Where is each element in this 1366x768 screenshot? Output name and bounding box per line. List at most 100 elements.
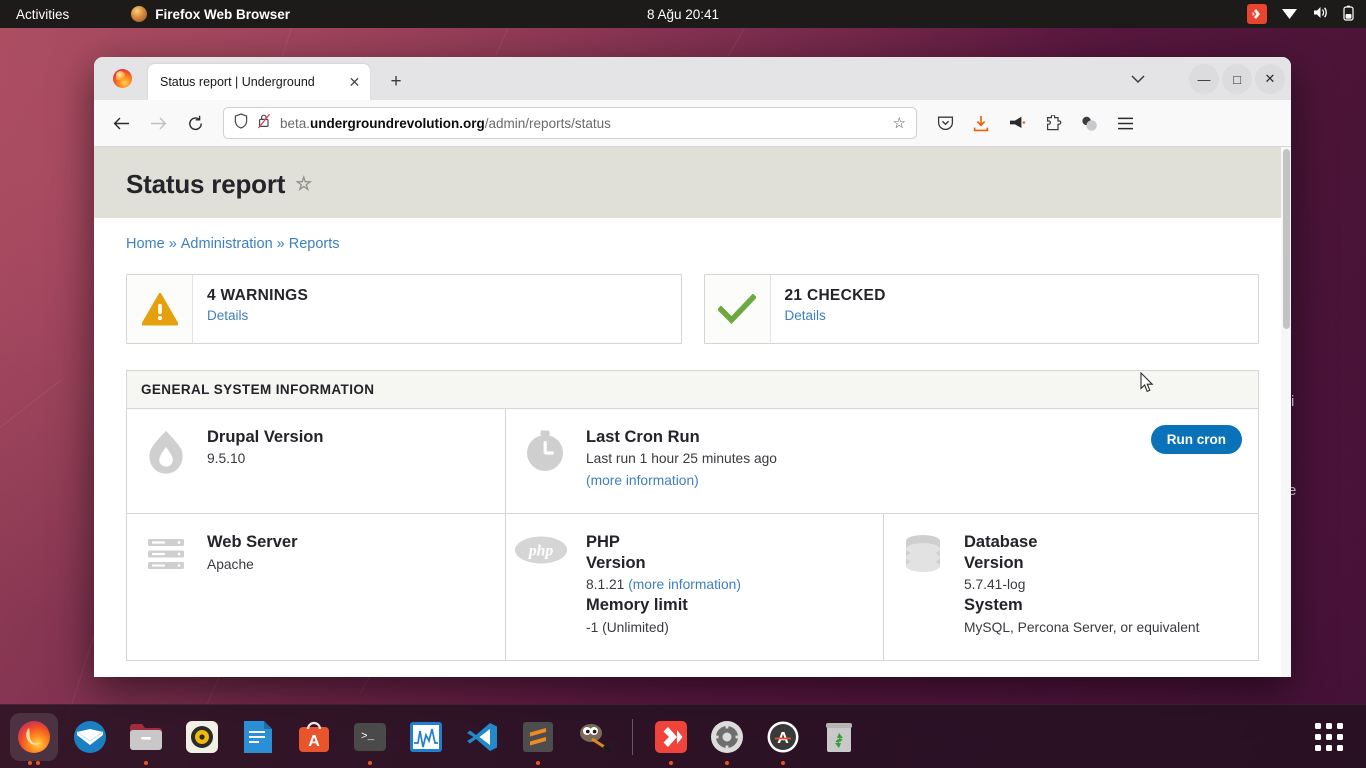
window-indicator-dot bbox=[144, 760, 148, 765]
close-tab-icon[interactable]: ✕ bbox=[345, 73, 364, 92]
checkmark-icon bbox=[705, 275, 771, 343]
dock-item-ubuntu-software[interactable]: A bbox=[290, 713, 338, 761]
database-version-label: Version bbox=[964, 553, 1024, 572]
page-scrollbar-thumb[interactable] bbox=[1283, 149, 1290, 329]
server-icon bbox=[143, 532, 189, 637]
url-text[interactable]: beta.undergroundrevolution.org/admin/rep… bbox=[280, 116, 884, 131]
bookmark-star-icon[interactable]: ☆ bbox=[893, 114, 906, 132]
status-summary: 4 WARNINGS Details 21 CHECKED Details bbox=[94, 252, 1291, 344]
url-bar[interactable]: beta.undergroundrevolution.org/admin/rep… bbox=[223, 107, 917, 139]
warning-triangle-icon bbox=[127, 275, 193, 343]
browser-tab-status-report[interactable]: Status report | Underground ✕ bbox=[148, 64, 370, 100]
extensions-puzzle-icon[interactable] bbox=[1036, 106, 1070, 140]
dock-item-libreoffice-writer[interactable] bbox=[234, 713, 282, 761]
anydesk-tray-icon[interactable] bbox=[1247, 4, 1267, 24]
window-indicator-dot bbox=[28, 760, 32, 765]
gnome-top-bar: Activities Firefox Web Browser 8 Ağu 20:… bbox=[0, 0, 1366, 28]
page-scrollbar[interactable] bbox=[1281, 147, 1291, 677]
maximize-button[interactable]: □ bbox=[1222, 64, 1252, 94]
hamburger-menu-icon[interactable] bbox=[1108, 106, 1142, 140]
list-all-tabs-icon[interactable] bbox=[1120, 62, 1156, 96]
files-icon bbox=[127, 718, 165, 756]
drupal-version-value: 9.5.10 bbox=[207, 451, 246, 467]
breadcrumb-item-administration[interactable]: Administration bbox=[181, 236, 273, 252]
svg-text:>_: >_ bbox=[361, 731, 375, 743]
firefox-app-icon[interactable] bbox=[102, 57, 142, 100]
dock-item-files[interactable] bbox=[122, 713, 170, 765]
php-cell: php PHP Version 8.1.21 (more information… bbox=[505, 514, 883, 660]
volume-icon[interactable] bbox=[1312, 5, 1329, 23]
web-server-cell: Web Server Apache bbox=[127, 514, 505, 660]
new-tab-button[interactable]: + bbox=[380, 66, 412, 98]
dock-item-trash[interactable] bbox=[815, 713, 863, 761]
clock-button[interactable]: 8 Ağu 20:41 bbox=[647, 7, 719, 22]
drupal-drop-icon bbox=[143, 427, 189, 491]
sublime-text-icon bbox=[519, 718, 557, 756]
shield-icon[interactable] bbox=[234, 112, 248, 134]
vscode-icon bbox=[463, 718, 501, 756]
wifi-icon[interactable] bbox=[1281, 6, 1298, 23]
show-applications-button[interactable] bbox=[1306, 714, 1352, 760]
checked-summary-card[interactable]: 21 CHECKED Details bbox=[703, 274, 1259, 344]
ubuntu-software-icon: A bbox=[295, 718, 333, 756]
breadcrumb-item-reports[interactable]: Reports bbox=[289, 236, 340, 252]
last-cron-run-value: Last run 1 hour 25 minutes ago bbox=[586, 451, 777, 467]
trash-icon bbox=[820, 718, 858, 756]
database-system-label: System bbox=[964, 596, 1023, 615]
close-window-button[interactable]: ✕ bbox=[1255, 64, 1285, 94]
megaphone-icon[interactable] bbox=[1000, 106, 1034, 140]
checked-details-link[interactable]: Details bbox=[785, 308, 1259, 323]
breadcrumb-item-home[interactable]: Home bbox=[126, 236, 165, 252]
dock-item-settings[interactable] bbox=[703, 713, 751, 765]
back-icon[interactable] bbox=[104, 106, 138, 140]
minimize-button[interactable]: — bbox=[1189, 64, 1219, 94]
php-more-information-link[interactable]: (more information) bbox=[628, 577, 741, 592]
run-cron-button[interactable]: Run cron bbox=[1150, 425, 1242, 454]
dock-item-thunderbird[interactable] bbox=[66, 713, 114, 761]
last-cron-run-cell: Last Cron Run Last run 1 hour 25 minutes… bbox=[505, 409, 1258, 514]
window-indicator-dot bbox=[536, 760, 540, 765]
forward-icon[interactable] bbox=[141, 106, 175, 140]
battery-icon[interactable] bbox=[1343, 5, 1354, 24]
sysinfo-row: Drupal Version 9.5.10 Last Cron Run Last… bbox=[127, 409, 1258, 514]
page-title-text: Status report bbox=[126, 169, 286, 199]
focused-app-menu[interactable]: Firefox Web Browser bbox=[131, 6, 290, 22]
page-header: Status report ☆ bbox=[94, 147, 1291, 218]
downloads-icon[interactable] bbox=[964, 106, 998, 140]
database-version-value: 5.7.41-log bbox=[964, 577, 1026, 593]
dock-item-firefox[interactable] bbox=[10, 712, 58, 765]
bookmark-page-star-icon[interactable]: ☆ bbox=[295, 173, 312, 196]
account-containers-icon[interactable] bbox=[1072, 106, 1106, 140]
php-version-label: Version bbox=[586, 553, 646, 572]
url-host: undergroundrevolution.org bbox=[310, 115, 485, 131]
dock-item-anydesk[interactable] bbox=[647, 713, 695, 765]
breadcrumb-separator: » bbox=[276, 236, 285, 252]
cron-more-information-link[interactable]: (more information) bbox=[586, 473, 699, 488]
firefox-icon bbox=[131, 6, 148, 22]
svg-text:php: php bbox=[527, 543, 554, 560]
dock-item-sublime-text[interactable] bbox=[514, 713, 562, 765]
window-indicator-dot bbox=[36, 760, 40, 765]
system-tray[interactable] bbox=[1247, 4, 1354, 24]
dock-item-gimp[interactable] bbox=[570, 713, 618, 761]
dock-item-rhythmbox[interactable] bbox=[178, 713, 226, 761]
dock-item-terminal[interactable]: >_ bbox=[346, 713, 394, 765]
rhythmbox-icon bbox=[183, 718, 221, 756]
clock-icon bbox=[522, 427, 568, 491]
warnings-count-label: 4 WARNINGS bbox=[207, 287, 309, 304]
reload-icon[interactable] bbox=[178, 106, 212, 140]
warnings-details-link[interactable]: Details bbox=[207, 308, 681, 323]
dock-item-vscode[interactable] bbox=[458, 713, 506, 761]
libreoffice-writer-icon bbox=[239, 718, 277, 756]
warnings-summary-card[interactable]: 4 WARNINGS Details bbox=[126, 274, 682, 344]
dock-item-system-monitor[interactable] bbox=[402, 713, 450, 761]
tab-strip: Status report | Underground ✕ + — □ ✕ bbox=[94, 57, 1291, 100]
software-updater-icon: A bbox=[764, 718, 802, 756]
php-memory-limit-label: Memory limit bbox=[586, 596, 688, 615]
pocket-save-icon[interactable] bbox=[928, 106, 962, 140]
sysinfo-heading: GENERAL SYSTEM INFORMATION bbox=[127, 371, 1258, 409]
lock-crossed-icon[interactable] bbox=[257, 113, 271, 134]
activities-button[interactable]: Activities bbox=[16, 7, 69, 22]
dock-item-software-updater[interactable]: A bbox=[759, 713, 807, 765]
window-indicator-dot bbox=[669, 760, 673, 765]
